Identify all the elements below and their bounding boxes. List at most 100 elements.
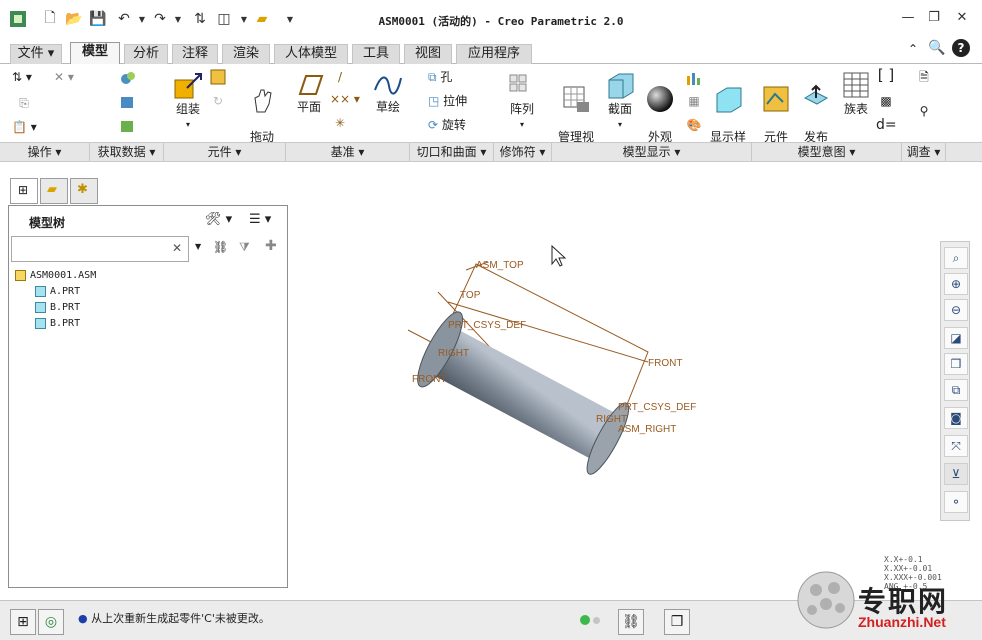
add-icon[interactable]: ✚ [265, 238, 277, 254]
saved-orientations-icon[interactable]: ❒ [944, 353, 968, 375]
tree-settings-icon[interactable]: 🛠 ▾ [205, 212, 232, 227]
tree-item-b-prt[interactable]: B.PRT [35, 301, 80, 315]
group-datum[interactable]: 基准 ▾ [286, 143, 410, 162]
show-browser-icon[interactable]: ◎ [38, 609, 64, 635]
section-label: 截面 [607, 102, 632, 116]
regenerate-button[interactable]: ⇅ ▾ [12, 70, 52, 84]
annotation-display-icon[interactable]: ⚬ [944, 491, 968, 513]
copy-geometry-icon[interactable] [118, 94, 138, 113]
close-button[interactable]: ✕ [950, 10, 974, 30]
zoom-in-icon[interactable]: ⊕ [944, 273, 968, 295]
copy-icon[interactable]: ⎘ [14, 96, 34, 110]
plane-button[interactable]: 平面 [292, 72, 326, 114]
group-model-display[interactable]: 模型显示 ▾ [552, 143, 752, 162]
paste-button[interactable]: 📋 ▾ [12, 120, 52, 134]
pattern-button[interactable]: 阵列 ▾ [504, 72, 540, 132]
folder-browser-tab[interactable]: ▰ [40, 178, 68, 204]
scenes-icon[interactable]: ▦ [684, 94, 704, 108]
tab-view[interactable]: 视图 [404, 44, 452, 64]
spin-center-icon[interactable]: ⊻ [944, 463, 968, 485]
show-navigator-icon[interactable]: ⊞ [10, 609, 36, 635]
point-icon[interactable]: ×× ▾ [330, 92, 366, 106]
view-manager-icon[interactable]: ◙ [944, 407, 968, 429]
user-defined-feature-icon[interactable] [118, 70, 138, 89]
tab-manikin[interactable]: 人体模型 [274, 44, 348, 64]
folder-icon: ▰ [47, 182, 57, 197]
search-icon[interactable]: 🔍 [928, 40, 945, 56]
search-field[interactable]: ✕ [11, 236, 189, 262]
tab-file[interactable]: 文件 ▾ [10, 44, 62, 64]
shrinkwrap-icon[interactable] [118, 118, 138, 137]
tab-annotate[interactable]: 注释 [172, 44, 218, 64]
clear-search-icon[interactable]: ✕ [172, 241, 182, 255]
favorites-tab[interactable]: ✱ [70, 178, 98, 204]
tree-columns-icon[interactable]: ☰ ▾ [249, 212, 271, 227]
graphics-window[interactable]: ASM_TOP TOP PRT_CSYS_DEF RIGHT FRONT FRO… [288, 162, 982, 600]
view-style-icon[interactable] [684, 70, 704, 89]
extrude-label: 拉伸 [443, 94, 468, 108]
sketch-label: 草绘 [375, 100, 400, 114]
hole-icon: ⧉ [428, 70, 437, 84]
message-bullet-icon: ● [78, 612, 88, 625]
assembly-icon [15, 269, 26, 281]
group-operations[interactable]: 操作 ▾ [0, 143, 90, 162]
relations-icon[interactable]: ▩ [876, 94, 896, 108]
model-tree-title: 模型树 [29, 216, 66, 230]
minimize-button[interactable]: — [896, 10, 920, 30]
delete-button[interactable]: ✕ ▾ [54, 70, 84, 84]
model-graphic[interactable]: ASM_TOP TOP PRT_CSYS_DEF RIGHT FRONT FRO… [288, 162, 982, 600]
tab-applications[interactable]: 应用程序 [456, 44, 532, 64]
group-cuts-surfaces[interactable]: 切口和曲面 ▾ [410, 143, 494, 162]
group-modifiers[interactable]: 修饰符 ▾ [494, 143, 552, 162]
find-icon[interactable]: ⛓ [213, 240, 228, 254]
revolve-button[interactable]: ⟳ 旋转 [428, 118, 488, 132]
maximize-button[interactable]: ❐ [922, 10, 946, 30]
datum-display-icon[interactable]: ⤧ [944, 435, 968, 457]
search-dropdown-icon[interactable]: ▼ [195, 242, 201, 251]
model-info-icon[interactable]: 🗎 [914, 70, 934, 84]
revolve-label: 旋转 [441, 118, 466, 132]
csys-icon[interactable]: ✳ [330, 116, 350, 130]
section-button[interactable]: 截面 ▾ [602, 70, 638, 132]
switch-dimensions-icon[interactable]: d= [876, 118, 897, 132]
tree-item-b-prt-2[interactable]: B.PRT [35, 317, 80, 331]
assemble-button[interactable]: 组装 ▾ [168, 70, 208, 132]
repaint-icon[interactable]: ◪ [944, 327, 968, 349]
title-bar: 🗋 📂 💾 ↶ ▼ ↷ ▼ ⇅ ◫ ▼ ▰ ▼ ASM0001 (活动的) - … [0, 0, 982, 40]
filter-icon[interactable]: ⧩ [239, 240, 250, 255]
refit-icon[interactable]: ⌕ [944, 247, 968, 269]
select-filter-icon[interactable]: ❒ [664, 609, 690, 635]
repeat-icon[interactable]: ↻ [208, 94, 228, 108]
tab-model[interactable]: 模型 [70, 42, 120, 65]
appearance-editor-icon[interactable]: 🎨 [684, 118, 704, 132]
create-component-icon[interactable] [208, 68, 228, 89]
reference-viewer-icon[interactable]: ⚲ [914, 104, 934, 118]
group-get-data[interactable]: 获取数据 ▾ [90, 143, 164, 162]
tab-tools[interactable]: 工具 [352, 44, 400, 64]
model-tree-tab[interactable]: ⊞ [10, 178, 38, 204]
watermark-ball-logo [797, 571, 855, 629]
window-title: ASM0001 (活动的) - Creo Parametric 2.0 [378, 15, 624, 28]
axis-icon[interactable]: / [330, 70, 350, 84]
group-investigate[interactable]: 调查 ▾ [902, 143, 946, 162]
sketch-button[interactable]: 草绘 [370, 72, 406, 114]
tree-item-a-prt[interactable]: A.PRT [35, 285, 80, 299]
tab-analysis[interactable]: 分析 [124, 44, 168, 64]
family-table-label: 族表 [843, 102, 868, 116]
help-icon[interactable]: ? [952, 39, 970, 57]
cylinder-assembly[interactable] [410, 307, 637, 481]
watermark-url: Zhuanzhi.Net [858, 614, 946, 630]
named-views-icon[interactable]: ⧉ [944, 379, 968, 401]
zoom-out-icon[interactable]: ⊖ [944, 299, 968, 321]
extrude-button[interactable]: ◳ 拉伸 [428, 94, 488, 108]
family-table-button[interactable]: 族表 [838, 70, 874, 116]
collapse-ribbon-icon[interactable]: ⌃ [908, 42, 918, 56]
tree-item-asm[interactable]: ASM0001.ASM [15, 269, 96, 283]
tab-render[interactable]: 渲染 [222, 44, 270, 64]
group-component[interactable]: 元件 ▾ [164, 143, 286, 162]
parameters-icon[interactable]: [ ] [876, 68, 896, 83]
hole-button[interactable]: ⧉ 孔 [428, 70, 488, 84]
find-binoculars-icon[interactable]: ⛓ [618, 609, 644, 635]
group-model-intent[interactable]: 模型意图 ▾ [752, 143, 902, 162]
assemble-label: 组装 [175, 102, 200, 116]
